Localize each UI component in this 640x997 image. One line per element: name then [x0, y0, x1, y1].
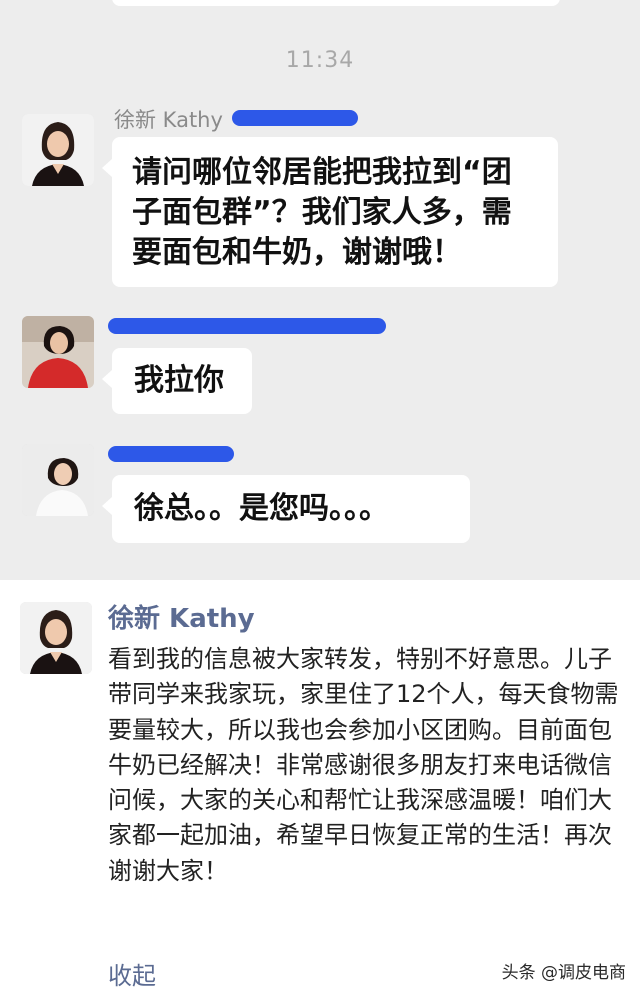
avatar-woman-icon: [20, 602, 92, 674]
redaction-mark: [232, 110, 358, 126]
watermark: 头条 @调皮电商: [501, 963, 626, 983]
avatar-neighbor[interactable]: [22, 316, 94, 388]
message-timestamp: 11:34: [285, 48, 355, 73]
previous-message-bubble: [112, 0, 560, 6]
avatar-woman-red-icon: [22, 316, 94, 388]
avatar-woman-white-icon: [22, 444, 94, 516]
sender-name: 徐新 Kathy: [114, 108, 223, 132]
message-bubble[interactable]: 请问哪位邻居能把我拉到“团子面包群”？我们家人多，需要面包和牛奶，谢谢哦！: [102, 137, 558, 287]
post-author-avatar[interactable]: [20, 602, 92, 674]
moments-post: 徐新 Kathy 看到我的信息被大家转发，特别不好意思。儿子带同学来我家玩，家里…: [0, 580, 640, 997]
collapse-link[interactable]: 收起: [108, 956, 156, 991]
message-bubble[interactable]: 徐总。。是您吗。。。: [102, 475, 470, 543]
chat-screenshot: 11:34 徐新 Kathy 请问哪位邻居能把我拉到“团子面包群”？我们家人多，…: [0, 0, 640, 580]
avatar-neighbor-2[interactable]: [22, 444, 94, 516]
redaction-mark: [108, 318, 386, 334]
redaction-mark: [108, 446, 234, 462]
avatar-kathy[interactable]: [22, 114, 94, 186]
post-author-name[interactable]: 徐新 Kathy: [108, 598, 255, 635]
avatar-woman-icon: [22, 114, 94, 186]
post-text: 看到我的信息被大家转发，特别不好意思。儿子带同学来我家玩，家里住了12个人，每天…: [108, 645, 619, 885]
message-bubble[interactable]: 我拉你: [102, 348, 252, 414]
